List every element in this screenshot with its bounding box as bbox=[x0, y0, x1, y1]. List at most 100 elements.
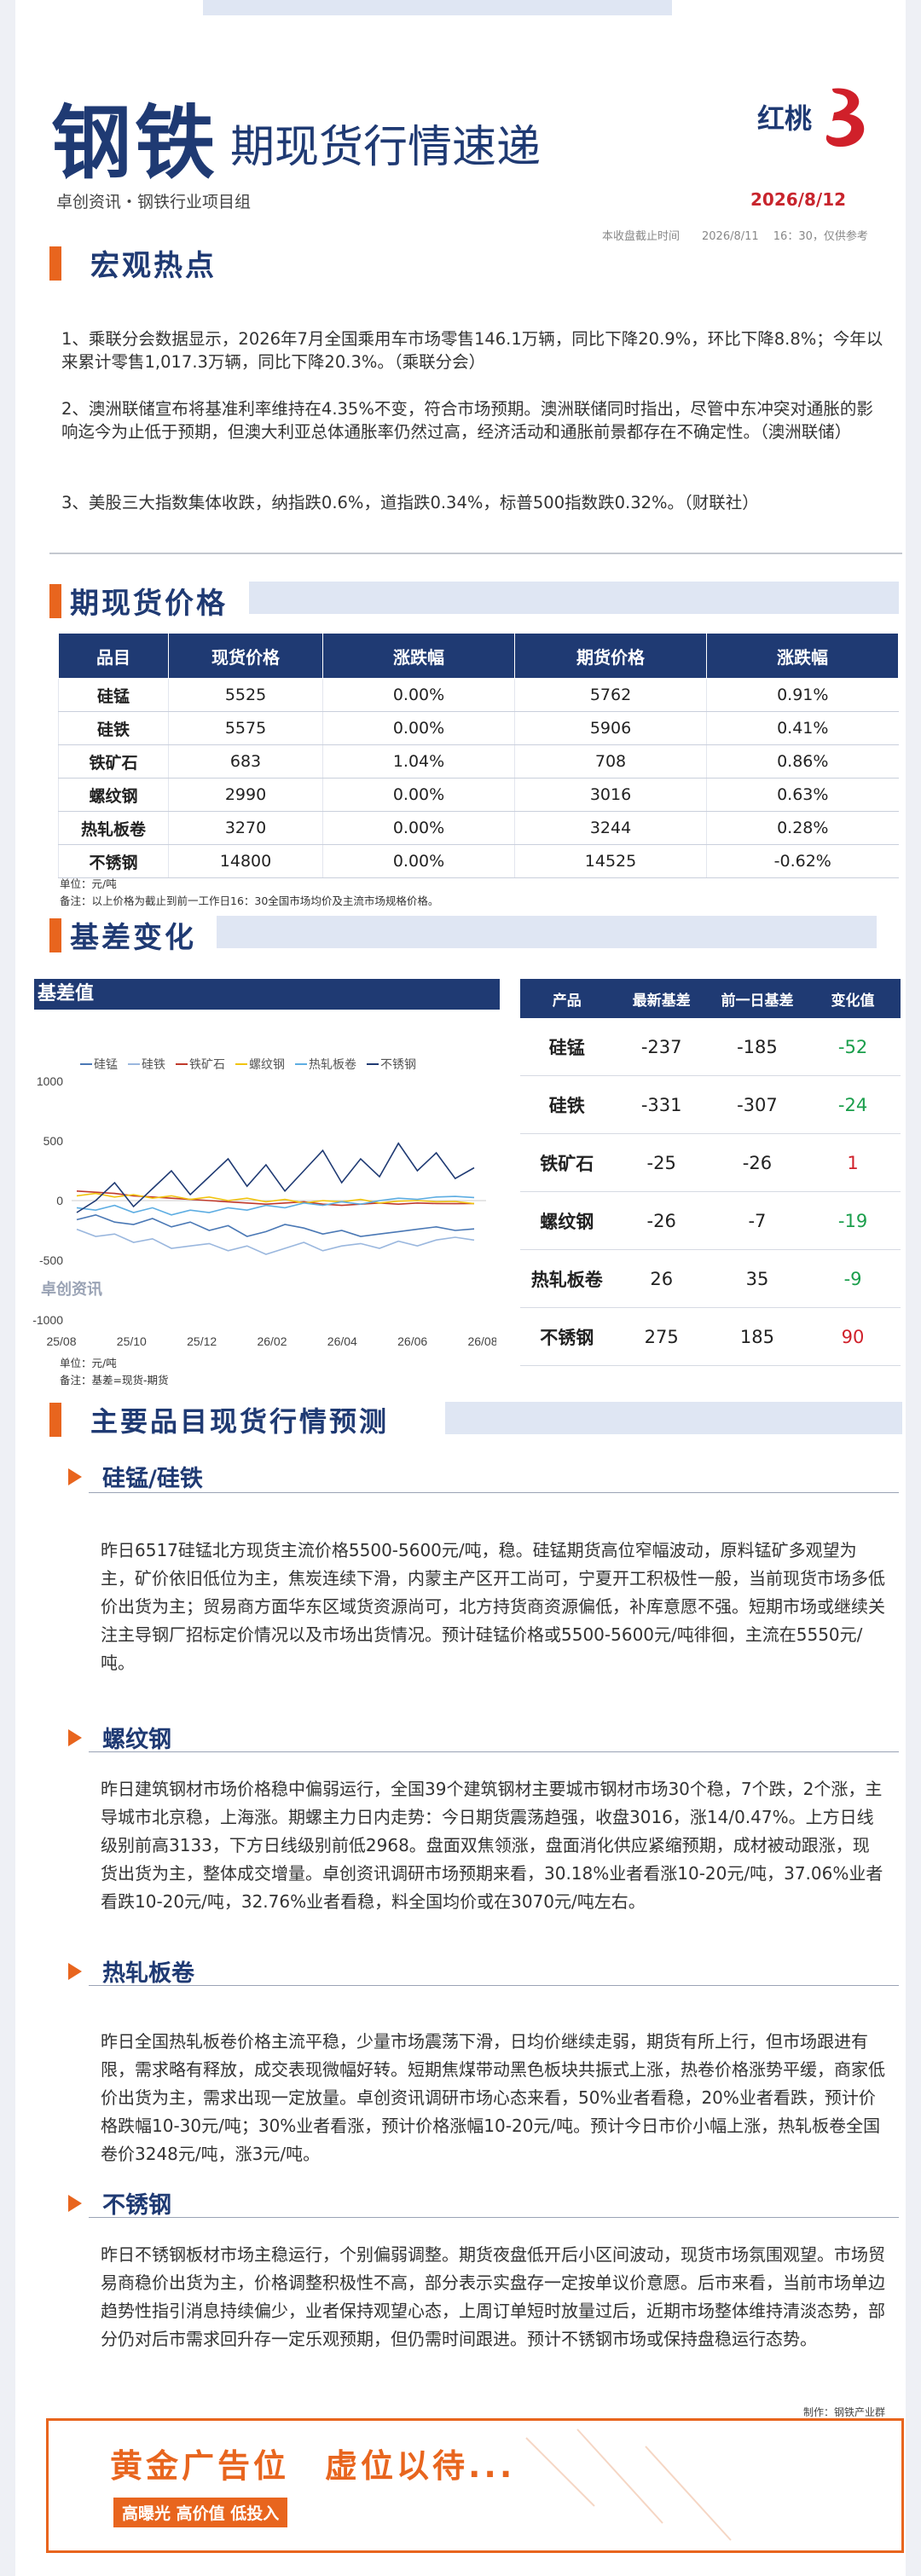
macro-item: 2、澳洲联储宣布将基准利率维持在4.35%不变，符合市场预期。澳洲联储同时指出，… bbox=[61, 399, 873, 442]
cell-spot: 3270 bbox=[168, 811, 323, 845]
legend-label: 铁矿石 bbox=[189, 1057, 225, 1071]
cell-product: 不锈钢 bbox=[58, 844, 169, 878]
series-line-硅锰 bbox=[76, 1213, 475, 1237]
subhead-underline bbox=[89, 2217, 899, 2218]
logo-mark-icon bbox=[825, 88, 865, 148]
cell-spot-change: 0.00% bbox=[322, 678, 515, 712]
col-header: 涨跌幅 bbox=[322, 633, 515, 679]
cell-futures-change: 0.91% bbox=[706, 678, 899, 712]
cell-product: 硅锰 bbox=[58, 678, 169, 712]
ad-banner[interactable]: 黄金广告位 虚位以待... 高曝光 高价值 低投入 bbox=[46, 2418, 904, 2553]
cell-futures-change: -0.62% bbox=[706, 844, 899, 878]
report-page: 钢铁 期现货行情速递 卓创资讯・钢铁行业项目组 红桃 2026/8/12 本收盘… bbox=[15, 0, 906, 2576]
x-tick-label: 25/12 bbox=[187, 1334, 217, 1348]
table-row: 热轧板卷 26 35 -9 bbox=[520, 1249, 901, 1308]
cell-product: 不锈钢 bbox=[520, 1307, 614, 1366]
logo-text: 红桃 bbox=[757, 102, 813, 135]
price-table-header: 品目 现货价格 涨跌幅 期货价格 涨跌幅 bbox=[58, 633, 899, 679]
report-subtitle: 期现货行情速递 bbox=[230, 122, 542, 173]
forecast-subhead: 不锈钢 bbox=[68, 2186, 171, 2220]
forecast-subhead-title: 螺纹钢 bbox=[102, 1727, 171, 1753]
col-header: 涨跌幅 bbox=[706, 633, 899, 679]
y-tick-label: -500 bbox=[39, 1253, 63, 1267]
cell-futures-change: 0.41% bbox=[706, 711, 899, 745]
legend-label: 螺纹钢 bbox=[249, 1057, 285, 1071]
section-macro-header: 宏观热点 bbox=[49, 242, 217, 284]
forecast-subhead: 螺纹钢 bbox=[68, 1721, 171, 1754]
cell-basis-change: 1 bbox=[805, 1133, 901, 1192]
cell-basis-change: -19 bbox=[805, 1191, 901, 1250]
cell-product: 螺纹钢 bbox=[520, 1191, 614, 1250]
series-line-热轧板卷 bbox=[76, 1195, 475, 1216]
cell-latest-basis: -237 bbox=[613, 1018, 710, 1076]
legend-label: 硅铁 bbox=[142, 1057, 165, 1071]
cell-product: 螺纹钢 bbox=[58, 778, 169, 812]
legend-label: 热轧板卷 bbox=[309, 1057, 356, 1071]
table-row: 硅铁 5575 0.00% 5906 0.41% bbox=[58, 711, 899, 745]
col-header: 期货价格 bbox=[514, 633, 707, 679]
y-tick-label: 1000 bbox=[37, 1074, 63, 1088]
cell-prev-basis: -307 bbox=[709, 1075, 806, 1134]
cell-product: 硅铁 bbox=[520, 1075, 614, 1134]
subhead-underline bbox=[89, 1751, 899, 1752]
y-tick-label: -1000 bbox=[32, 1313, 63, 1327]
table-row: 不锈钢 275 185 90 bbox=[520, 1307, 901, 1366]
col-header: 产品 bbox=[520, 979, 614, 1018]
section-bar bbox=[49, 918, 61, 952]
cell-spot: 5525 bbox=[168, 678, 323, 712]
close-time-note: 本收盘截止时间 2026/8/11 16：30，仅供参考 bbox=[602, 230, 868, 243]
table-row: 硅铁 -331 -307 -24 bbox=[520, 1075, 901, 1134]
table-row: 铁矿石 -25 -26 1 bbox=[520, 1133, 901, 1192]
triangle-bullet-icon bbox=[68, 1728, 82, 1746]
y-tick-label: 500 bbox=[43, 1134, 64, 1148]
col-header: 变化值 bbox=[805, 979, 901, 1018]
cell-prev-basis: -26 bbox=[709, 1133, 806, 1192]
basis-chart-title: 基差值 bbox=[34, 979, 500, 1010]
maker-note: 制作：钢铁产业群 bbox=[803, 2406, 886, 2418]
table-row: 螺纹钢 -26 -7 -19 bbox=[520, 1191, 901, 1250]
price-unit-note: 单位：元/吨 bbox=[60, 877, 117, 890]
cell-basis-change: 90 bbox=[805, 1307, 901, 1366]
cell-spot-change: 0.00% bbox=[322, 844, 515, 878]
cell-latest-basis: -331 bbox=[613, 1075, 710, 1134]
ad-title: 黄金广告位 虚位以待... bbox=[110, 2447, 516, 2485]
cell-spot-change: 0.00% bbox=[322, 811, 515, 845]
cell-product: 铁矿石 bbox=[58, 744, 169, 779]
cell-spot: 2990 bbox=[168, 778, 323, 812]
table-row: 硅锰 5525 0.00% 5762 0.91% bbox=[58, 678, 899, 712]
cell-futures: 3244 bbox=[514, 811, 707, 845]
table-row: 螺纹钢 2990 0.00% 3016 0.63% bbox=[58, 778, 899, 812]
cell-prev-basis: -7 bbox=[709, 1191, 806, 1250]
cell-spot: 683 bbox=[168, 744, 323, 779]
subhead-underline bbox=[89, 1985, 899, 1986]
table-row: 热轧板卷 3270 0.00% 3244 0.28% bbox=[58, 811, 899, 845]
legend-label: 硅锰 bbox=[94, 1057, 118, 1071]
x-tick-label: 26/04 bbox=[327, 1334, 357, 1348]
cell-product: 硅铁 bbox=[58, 711, 169, 745]
cell-futures: 5762 bbox=[514, 678, 707, 712]
divider bbox=[49, 553, 902, 554]
cell-latest-basis: 26 bbox=[613, 1249, 710, 1308]
report-date: 2026/8/12 bbox=[750, 189, 847, 210]
series-line-不锈钢 bbox=[76, 1142, 475, 1213]
cell-prev-basis: 35 bbox=[709, 1249, 806, 1308]
section-forecast-header: 主要品目现货行情预测 bbox=[49, 1400, 389, 1439]
cell-latest-basis: 275 bbox=[613, 1307, 710, 1366]
cell-basis-change: -52 bbox=[805, 1018, 901, 1076]
cell-basis-change: -9 bbox=[805, 1249, 901, 1308]
section-prices-title: 期现货价格 bbox=[70, 587, 228, 621]
top-banner-strip bbox=[203, 0, 672, 15]
cell-futures-change: 0.86% bbox=[706, 744, 899, 779]
chart-watermark: 卓创资讯 bbox=[41, 1281, 102, 1299]
forecast-text: 昨日6517硅锰北方现货主流价格5500-5600元/吨，稳。硅锰期货高位窄幅波… bbox=[101, 1540, 885, 1673]
legend-label: 不锈钢 bbox=[380, 1057, 416, 1071]
price-table: 品目 现货价格 涨跌幅 期货价格 涨跌幅 硅锰 5525 0.00% 5762 … bbox=[58, 633, 899, 878]
macro-item: 3、美股三大指数集体收跌，纳指跌0.6%，道指跌0.34%，标普500指数跌0.… bbox=[61, 493, 759, 512]
forecast-subhead-title: 不锈钢 bbox=[102, 2192, 171, 2219]
col-header: 现货价格 bbox=[168, 633, 323, 679]
cell-futures-change: 0.63% bbox=[706, 778, 899, 812]
organization-line: 卓创资讯・钢铁行业项目组 bbox=[56, 193, 252, 211]
x-tick-label: 26/08 bbox=[467, 1334, 496, 1348]
table-row: 铁矿石 683 1.04% 708 0.86% bbox=[58, 744, 899, 779]
subhead-underline bbox=[89, 1492, 899, 1493]
